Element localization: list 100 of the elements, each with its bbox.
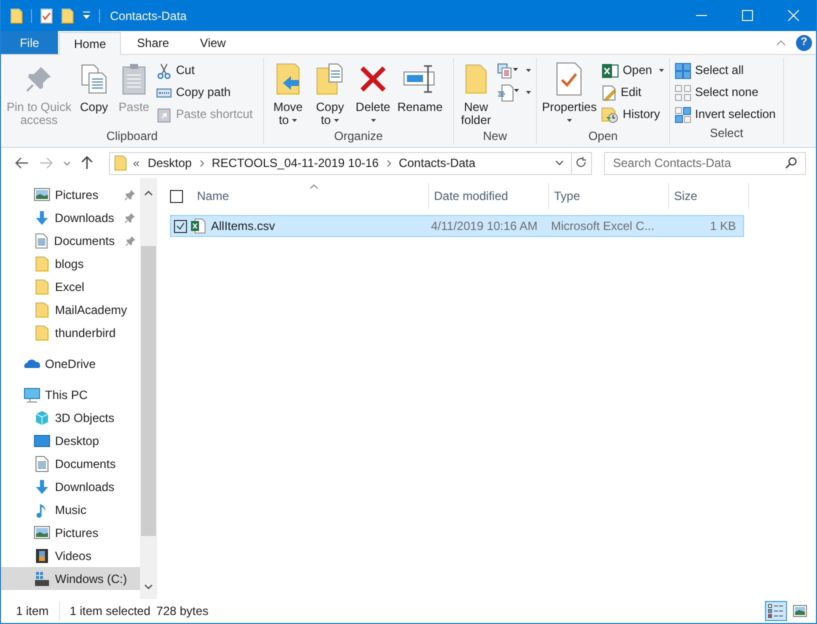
- scrollbar-thumb[interactable]: [141, 246, 156, 536]
- new-document-icon: [497, 84, 519, 102]
- ribbon-button[interactable]: Select all: [675, 62, 776, 79]
- nav-item[interactable]: blogs: [1, 252, 140, 275]
- ribbon-button[interactable]: History: [600, 106, 664, 123]
- ribbon-button[interactable]: Copy path: [156, 84, 253, 101]
- checkmark-icon: [176, 222, 185, 230]
- nav-item[interactable]: This PC: [1, 383, 140, 406]
- nav-item[interactable]: Downloads: [1, 206, 140, 229]
- nav-item[interactable]: Music: [1, 498, 140, 521]
- column-header[interactable]: Date modified: [428, 183, 548, 209]
- group-label: Organize: [333, 128, 384, 145]
- download-arrow-icon: [34, 478, 50, 494]
- folder-icon: [34, 324, 50, 340]
- chevron-right-icon[interactable]: [200, 160, 204, 166]
- nav-item[interactable]: Windows (C:): [1, 567, 140, 590]
- nav-item[interactable]: 3D Objects: [1, 406, 140, 429]
- nav-item[interactable]: Videos: [1, 544, 140, 567]
- new-item-icon: [497, 62, 519, 78]
- breadcrumb[interactable]: RECTOOLS_04-11-2019 10-16: [212, 154, 379, 172]
- cube-icon: [34, 410, 50, 426]
- overflow-chevrons[interactable]: «: [133, 154, 140, 172]
- ribbon-button[interactable]: Rename: [397, 60, 443, 114]
- clipboard-icon: [122, 63, 146, 95]
- ribbon-button[interactable]: Cut: [156, 62, 253, 79]
- ribbon-tab[interactable]: View: [185, 31, 241, 54]
- size-cell-text: 1 KB: [708, 218, 737, 235]
- document-icon: [34, 456, 50, 472]
- selection-count: 1 item selected: [68, 603, 150, 620]
- new-item-ribbon-button[interactable]: [497, 84, 531, 101]
- select-all-checkbox[interactable]: [170, 190, 183, 202]
- ribbon-button[interactable]: New folder: [459, 60, 493, 127]
- ribbon-button[interactable]: Select none: [675, 84, 776, 101]
- nav-item[interactable]: Pictures: [1, 521, 140, 544]
- nav-item[interactable]: Downloads: [1, 475, 140, 498]
- nav-item[interactable]: Documents: [1, 452, 140, 475]
- nav-item[interactable]: thunderbird: [1, 321, 140, 344]
- nav-item[interactable]: MailAcademy: [1, 298, 140, 321]
- chevron-down-icon[interactable]: [63, 160, 71, 166]
- ribbon-tab[interactable]: File: [1, 31, 58, 54]
- breadcrumb[interactable]: Contacts-Data: [398, 154, 476, 172]
- rename-icon: [403, 64, 437, 94]
- nav-item[interactable]: Documents: [1, 229, 140, 252]
- ribbon-button[interactable]: Properties: [542, 60, 597, 127]
- details-view-button[interactable]: [765, 601, 787, 621]
- picture-icon: [34, 524, 50, 540]
- group-label: Select: [708, 125, 744, 142]
- file-row[interactable]: AllItems.csv 4/11/2019 10:16 AM Microsoft Excel C... 1 KB: [170, 215, 744, 237]
- dropdown-icon[interactable]: [82, 11, 91, 20]
- ribbon-button[interactable]: Delete: [353, 60, 393, 127]
- ribbon-button[interactable]: Copy: [76, 60, 112, 114]
- ribbon-button[interactable]: Copy to: [311, 60, 349, 127]
- item-count: 1 item: [1, 602, 60, 620]
- column-header[interactable]: Type: [548, 183, 668, 209]
- properties-icon[interactable]: [40, 8, 53, 24]
- new-item-ribbon-button[interactable]: [497, 62, 531, 79]
- up-arrow-icon[interactable]: [81, 156, 93, 170]
- ribbon-button[interactable]: Invert selection: [675, 106, 776, 123]
- picture-icon: [34, 186, 50, 202]
- nav-item[interactable]: OneDrive: [1, 352, 140, 375]
- folder-icon: [34, 302, 50, 318]
- folder-icon[interactable]: [10, 8, 23, 24]
- picture-icon: [793, 605, 807, 617]
- scroll-down-icon[interactable]: [144, 584, 153, 590]
- nav-item[interactable]: Excel: [1, 275, 140, 298]
- document-icon: [34, 232, 50, 248]
- pin-icon[interactable]: [124, 234, 136, 246]
- ribbon-tab[interactable]: Share: [122, 31, 184, 54]
- refresh-icon[interactable]: [576, 157, 587, 169]
- column-header[interactable]: Size: [668, 183, 748, 209]
- monitor-icon: [34, 432, 50, 448]
- chevron-right-icon[interactable]: [386, 160, 391, 166]
- search-field[interactable]: Search Contacts-Data: [604, 152, 806, 174]
- pin-icon[interactable]: [124, 188, 136, 200]
- ribbon-tab[interactable]: Home: [59, 32, 122, 55]
- column-header[interactable]: Name: [192, 183, 428, 209]
- chevron-down-icon[interactable]: [555, 160, 564, 166]
- history-icon: [600, 106, 619, 122]
- help-button[interactable]: ?: [796, 34, 812, 50]
- nav-item[interactable]: Pictures: [1, 183, 140, 206]
- address-bar[interactable]: « Desktop RECTOOLS_04-11-2019 10-16 Contacts-Data: [109, 152, 592, 174]
- back-arrow-icon[interactable]: [15, 157, 29, 169]
- group-label: Clipboard: [105, 128, 159, 145]
- breadcrumb[interactable]: Desktop: [148, 154, 192, 172]
- drive-icon: [34, 570, 50, 586]
- row-checkbox[interactable]: [174, 220, 187, 232]
- collapse-ribbon-icon[interactable]: [776, 40, 786, 46]
- ribbon-button[interactable]: Move to: [269, 60, 307, 127]
- monitor-icon: [24, 386, 40, 402]
- scroll-up-icon[interactable]: [144, 190, 153, 196]
- invert-selection-icon: [675, 106, 691, 122]
- scrollbar[interactable]: [140, 178, 157, 599]
- folder-icon[interactable]: [61, 8, 74, 24]
- ribbon-button[interactable]: Open: [600, 62, 664, 79]
- nav-item[interactable]: Desktop: [1, 429, 140, 452]
- spreadsheet-file-icon: [190, 218, 206, 234]
- ribbon-button[interactable]: Edit: [600, 84, 664, 101]
- pin-icon[interactable]: [124, 212, 136, 224]
- copy-to-icon: [315, 62, 345, 96]
- film-icon: [34, 548, 50, 564]
